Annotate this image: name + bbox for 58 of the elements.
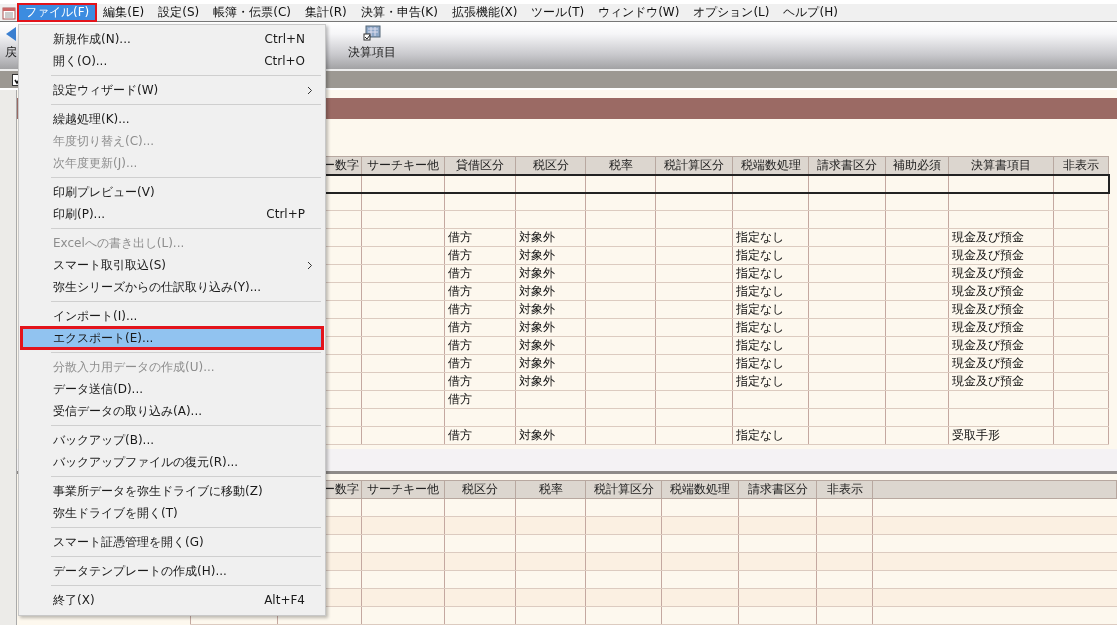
menu-title[interactable]: 集計(R) (297, 4, 354, 22)
menu-item[interactable]: 終了(X) Alt+F4 (21, 589, 323, 611)
menu-item[interactable]: データ送信(D)... (21, 378, 323, 400)
menu-title[interactable]: 設定(S) (151, 4, 207, 22)
calculator-icon (363, 25, 381, 42)
menu-title[interactable]: 編集(E) (96, 4, 152, 22)
menu-item[interactable]: 新規作成(N)... Ctrl+N (21, 28, 323, 50)
column-header[interactable]: 税率 (515, 480, 586, 499)
column-header[interactable]: 請求書区分 (808, 156, 886, 175)
menu-title[interactable]: ヘルプ(H) (776, 4, 845, 22)
menu-item[interactable]: 印刷(P)... Ctrl+P (21, 203, 323, 225)
column-header[interactable]: 税計算区分 (655, 156, 733, 175)
column-header[interactable]: サーチキー他 (361, 156, 445, 175)
menu-item[interactable]: 弥生シリーズからの仕訳取り込み(Y)... (21, 276, 323, 298)
column-header[interactable]: 税端数処理 (661, 480, 739, 499)
column-header[interactable]: 税端数処理 (732, 156, 809, 175)
column-header[interactable]: 税率 (585, 156, 656, 175)
back-arrow-icon (5, 27, 17, 42)
menu-item[interactable]: バックアップファイルの復元(R)... (21, 451, 323, 473)
menu-item[interactable]: 繰越処理(K)... (21, 108, 323, 130)
table-cell (1053, 174, 1109, 193)
column-header[interactable]: 請求書区分 (738, 480, 817, 499)
menu-item[interactable]: インポート(I)... (21, 305, 323, 327)
menu-title[interactable]: 拡張機能(X) (444, 4, 525, 22)
column-header[interactable]: 貸借区分 (444, 156, 516, 175)
column-header[interactable]: 決算書項目 (948, 156, 1054, 175)
table-cell (885, 174, 949, 193)
chevron-right-icon (307, 260, 313, 270)
menu-item[interactable]: 受信データの取り込み(A)... (21, 400, 323, 422)
column-header[interactable]: 非表示 (816, 480, 873, 499)
menu-item[interactable]: 印刷プレビュー(V) (21, 181, 323, 203)
table-cell (585, 174, 656, 193)
menu-item[interactable]: 事業所データを弥生ドライブに移動(Z) (21, 480, 323, 502)
menu-item[interactable]: バックアップ(B)... (21, 429, 323, 451)
column-header[interactable]: 税区分 (444, 480, 516, 499)
menu-item[interactable]: 設定ウィザード(W) (21, 79, 323, 101)
menu-item[interactable]: スマート証憑管理を開く(G) (21, 531, 323, 553)
table-cell (515, 174, 586, 193)
menu-item[interactable]: データテンプレートの作成(H)... (21, 560, 323, 582)
menu-title[interactable]: ウィンドウ(W) (591, 4, 687, 22)
column-header[interactable]: サーチキー他 (361, 480, 445, 499)
column-header[interactable]: 税区分 (515, 156, 586, 175)
table-cell (444, 174, 516, 193)
column-header[interactable]: 補助必須 (885, 156, 949, 175)
menu-item[interactable]: スマート取引取込(S) (21, 254, 323, 276)
chevron-right-icon (307, 85, 313, 95)
calendar-icon (2, 5, 16, 20)
menu-item[interactable]: 開く(O)... Ctrl+O (21, 50, 323, 72)
menu-title[interactable]: 帳簿・伝票(C) (206, 4, 298, 22)
toolbar-button[interactable]: 決算項目 (346, 25, 398, 62)
column-header[interactable]: 税計算区分 (585, 480, 662, 499)
menu-item[interactable]: エクスポート(E)... (21, 327, 323, 349)
menu-item[interactable]: 弥生ドライブを開く(T) (21, 502, 323, 524)
menu-title[interactable]: 決算・申告(K) (353, 4, 445, 22)
menu-title[interactable]: オプション(L) (686, 4, 777, 22)
toolbar-button[interactable]: 戻 (4, 27, 18, 62)
menu-title[interactable]: ツール(T) (524, 4, 592, 22)
column-header[interactable]: 非表示 (1053, 156, 1109, 175)
